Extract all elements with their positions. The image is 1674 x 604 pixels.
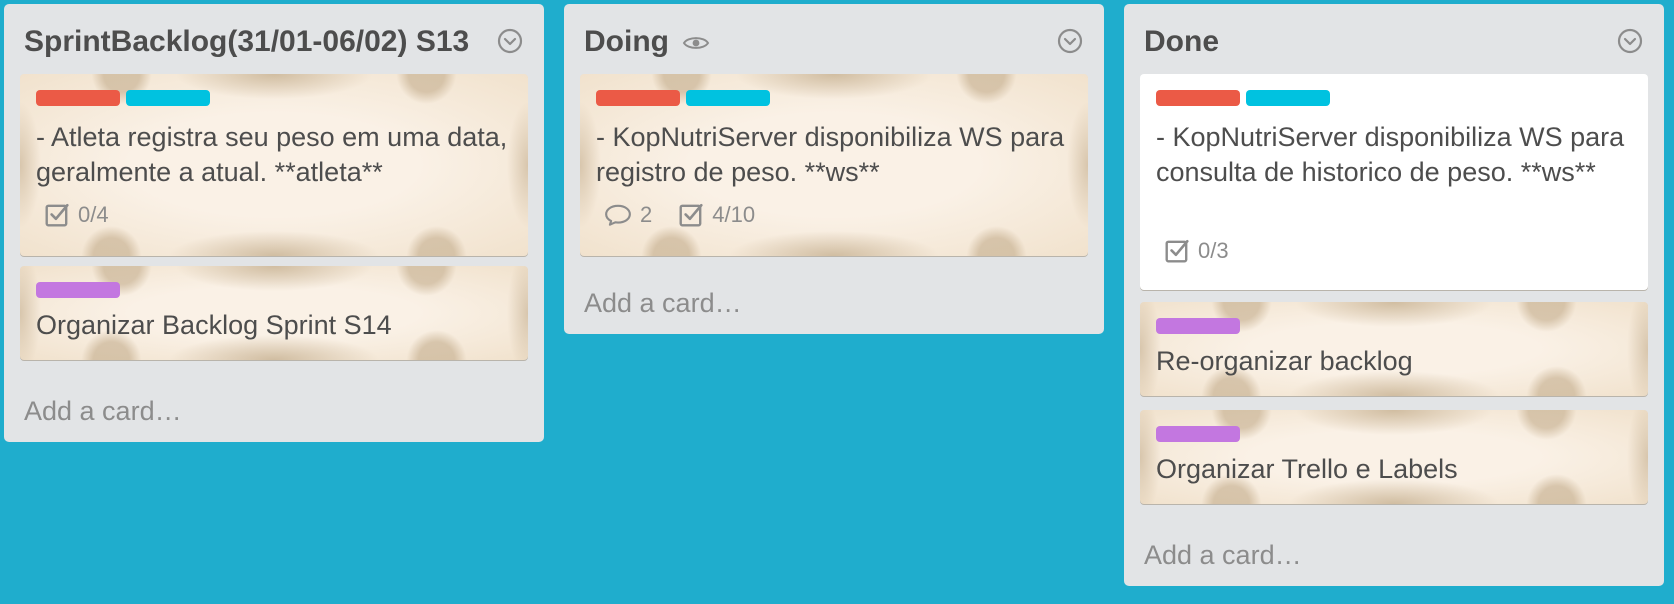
card[interactable]: Organizar Backlog Sprint S14 [20,266,528,360]
card[interactable]: - KopNutriServer disponibiliza WS para c… [1140,74,1648,290]
card-title: Organizar Backlog Sprint S14 [36,310,392,340]
comments-badge: 2 [604,202,652,228]
checklist-badge: 4/10 [678,202,755,228]
card-labels [1156,318,1240,334]
comment-icon [604,203,632,227]
card-labels [1156,90,1330,106]
list-sprint-backlog: SprintBacklog(31/01-06/02) S13 - Atleta … [4,4,544,442]
checklist-icon [678,202,704,228]
label-red [1156,90,1240,106]
card-title: - Atleta registra seu peso em uma data, … [36,122,508,187]
checklist-icon [1164,238,1190,264]
card-labels [36,282,120,298]
label-blue [1246,90,1330,106]
card-title: - KopNutriServer disponibiliza WS para c… [1156,122,1625,187]
label-purple [1156,426,1240,442]
chevron-circle-down-icon[interactable] [1056,27,1084,55]
list-header: Doing [564,4,1104,74]
checklist-icon [44,202,70,228]
card-badges: 0/4 [44,202,109,228]
card-title: - KopNutriServer disponibiliza WS para r… [596,122,1065,187]
checklist-badge: 0/4 [44,202,109,228]
label-blue [686,90,770,106]
card[interactable]: Re-organizar backlog [1140,302,1648,396]
checklist-count: 0/4 [78,202,109,227]
chevron-circle-down-icon[interactable] [1616,27,1644,55]
card[interactable]: Organizar Trello e Labels [1140,410,1648,504]
list-done: Done - KopNutriServer disponibiliza WS p… [1124,4,1664,586]
card-labels [596,90,770,106]
eye-icon [682,31,710,55]
card-labels [36,90,210,106]
chevron-circle-down-icon[interactable] [496,27,524,55]
card-title: Organizar Trello e Labels [1156,454,1458,484]
card-labels [1156,426,1240,442]
list-header: SprintBacklog(31/01-06/02) S13 [4,4,544,74]
checklist-count: 4/10 [712,202,756,227]
card-badges: 2 4/10 [604,202,755,228]
label-red [596,90,680,106]
card[interactable]: - KopNutriServer disponibiliza WS para r… [580,74,1088,256]
list-title[interactable]: Done [1144,25,1219,59]
label-blue [126,90,210,106]
add-card-link[interactable]: Add a card… [1144,540,1302,571]
add-card-link[interactable]: Add a card… [584,288,742,319]
comments-count: 2 [640,202,653,227]
card-title: Re-organizar backlog [1156,346,1413,376]
card-badges: 0/3 [1164,238,1229,264]
label-red [36,90,120,106]
checklist-badge: 0/3 [1164,238,1229,264]
list-title[interactable]: SprintBacklog(31/01-06/02) S13 [24,25,469,59]
add-card-link[interactable]: Add a card… [24,396,182,427]
label-purple [36,282,120,298]
list-doing: Doing - KopNutriServer disponibiliza WS … [564,4,1104,334]
checklist-count: 0/3 [1198,238,1229,263]
list-header: Done [1124,4,1664,74]
label-purple [1156,318,1240,334]
list-title[interactable]: Doing [584,25,669,59]
card[interactable]: - Atleta registra seu peso em uma data, … [20,74,528,256]
